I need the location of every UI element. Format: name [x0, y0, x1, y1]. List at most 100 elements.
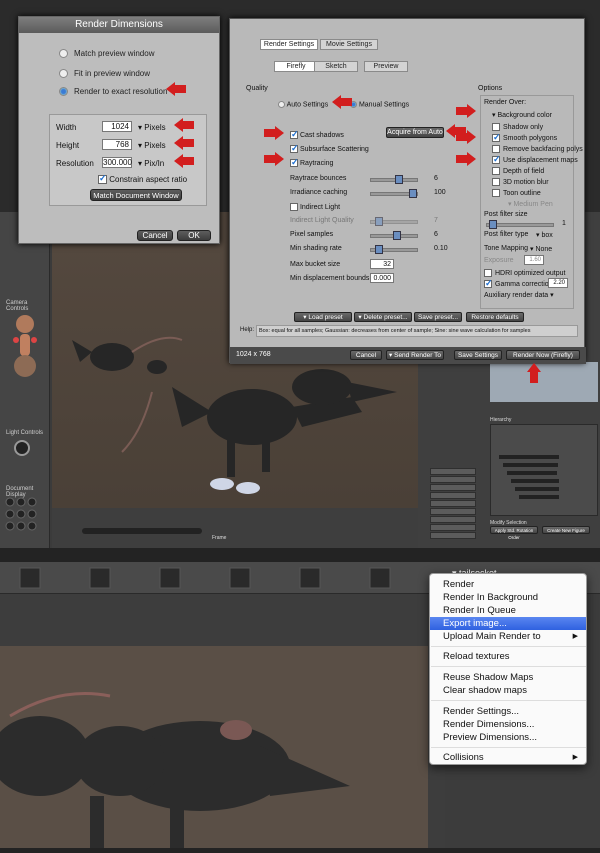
palette-button-list[interactable] [430, 468, 476, 540]
radio-selected-icon[interactable] [59, 87, 68, 97]
bottom-viewport[interactable] [0, 646, 428, 848]
tab-sketch[interactable]: Sketch [314, 61, 358, 72]
cast-shadows-checkbox[interactable]: Cast shadows [290, 129, 344, 140]
checkbox-icon[interactable] [290, 203, 298, 211]
hierarchy-tree[interactable] [490, 424, 598, 516]
checkbox-icon[interactable] [492, 189, 500, 197]
gamma-field[interactable]: 2.20 [548, 278, 568, 288]
checkbox-icon[interactable] [484, 269, 492, 277]
menu-item-preview-dimensions[interactable]: Preview Dimensions... [430, 731, 586, 744]
light-control-icon[interactable] [14, 440, 30, 456]
width-unit-select[interactable]: ▾ Pixels [138, 123, 166, 132]
post-filter-type-select[interactable]: ▾ box [536, 231, 553, 239]
checkbox-icon[interactable] [492, 123, 500, 131]
checkbox-icon[interactable] [492, 178, 500, 186]
use-displacement-checkbox[interactable]: Use displacement maps [492, 154, 578, 165]
checkbox-checked-icon[interactable] [484, 278, 493, 289]
restore-defaults-button[interactable]: Restore defaults [466, 312, 524, 322]
render-now-button[interactable]: Render Now (Firefly) [506, 350, 580, 360]
raytrace-bounces-slider[interactable] [370, 175, 418, 184]
auto-settings-radio[interactable]: Auto Settings [278, 101, 328, 108]
tab-firefly[interactable]: Firefly [274, 61, 318, 72]
slider-thumb[interactable] [489, 220, 497, 229]
tab-movie-settings[interactable]: Movie Settings [320, 39, 378, 50]
create-figure-button[interactable]: Create New Figure [542, 526, 590, 534]
menu-item-reuse-shadow[interactable]: Reuse Shadow Maps [430, 671, 586, 684]
post-filter-size-slider[interactable] [486, 220, 554, 229]
medium-pen-select[interactable]: ▾ Medium Pen [508, 200, 553, 208]
save-settings-button[interactable]: Save Settings [454, 350, 502, 360]
radio-icon[interactable] [278, 101, 285, 108]
menu-item-render-queue[interactable]: Render In Queue [430, 604, 586, 617]
cancel-button[interactable]: Cancel [137, 230, 173, 241]
apply-rotation-button[interactable]: Apply Std. Rotation Order [490, 526, 538, 540]
toon-outline-checkbox[interactable]: Toon outline [492, 189, 541, 197]
tone-mapping-select[interactable]: ▾ None [530, 245, 552, 253]
indirect-quality-slider[interactable] [370, 217, 418, 226]
menu-item-reload-textures[interactable]: Reload textures [430, 650, 586, 663]
indirect-light-checkbox[interactable]: Indirect Light [290, 203, 340, 211]
height-unit-select[interactable]: ▾ Pixels [138, 141, 166, 150]
slider-thumb[interactable] [395, 175, 403, 184]
min-disp-field[interactable]: 0.000 [370, 273, 394, 283]
cancel-button[interactable]: Cancel [350, 350, 382, 360]
menu-item-render-background[interactable]: Render In Background [430, 591, 586, 604]
manual-settings-radio[interactable]: Manual Settings [350, 101, 409, 108]
radio-icon[interactable] [59, 69, 68, 79]
option-exact-resolution[interactable]: Render to exact resolution [59, 87, 167, 97]
option-fit-preview[interactable]: Fit in preview window [59, 69, 150, 79]
camera-control-icon[interactable] [12, 310, 38, 380]
save-preset-button[interactable]: Save preset... [414, 312, 462, 322]
menu-item-clear-shadow[interactable]: Clear shadow maps [430, 684, 586, 697]
tab-preview[interactable]: Preview [364, 61, 408, 72]
width-field[interactable]: 1024 [102, 121, 132, 132]
subsurface-checkbox[interactable]: Subsurface Scattering [290, 143, 369, 154]
menu-item-export-image[interactable]: Export image... [430, 617, 586, 630]
irradiance-slider[interactable] [370, 189, 418, 198]
checkbox-icon[interactable] [492, 145, 500, 153]
menu-item-render[interactable]: Render [430, 578, 586, 591]
remove-backfacing-checkbox[interactable]: Remove backfacing polys [492, 145, 583, 153]
menu-item-collisions[interactable]: Collisions ▶ [430, 751, 586, 764]
menu-item-render-settings[interactable]: Render Settings... [430, 705, 586, 718]
slider-thumb[interactable] [375, 245, 383, 254]
timeline-scrubber[interactable] [82, 528, 202, 534]
checkbox-checked-icon[interactable] [98, 173, 107, 185]
motion-blur-checkbox[interactable]: 3D motion blur [492, 178, 549, 186]
delete-preset-button[interactable]: ▾ Delete preset... [354, 312, 412, 322]
checkbox-checked-icon[interactable] [492, 154, 501, 165]
acquire-from-auto-button[interactable]: Acquire from Auto [386, 127, 444, 138]
checkbox-checked-icon[interactable] [290, 129, 299, 140]
background-color-select[interactable]: ▾ Background color [492, 111, 552, 119]
menu-item-upload[interactable]: Upload Main Render to ▶ [430, 630, 586, 643]
min-shading-slider[interactable] [370, 245, 418, 254]
gamma-checkbox[interactable]: Gamma correction [484, 278, 553, 289]
slider-thumb[interactable] [409, 189, 417, 198]
checkbox-checked-icon[interactable] [492, 132, 501, 143]
slider-thumb[interactable] [375, 217, 383, 226]
shadow-only-checkbox[interactable]: Shadow only [492, 123, 543, 131]
timeline-bar[interactable]: Frame [52, 508, 418, 548]
load-preset-button[interactable]: ▾ Load preset [294, 312, 352, 322]
aux-render-data-select[interactable]: Auxiliary render data ▾ [484, 291, 554, 299]
resolution-unit-select[interactable]: ▾ Pix/In [138, 159, 164, 168]
ok-button[interactable]: OK [177, 230, 211, 241]
hdri-checkbox[interactable]: HDRI optimized output [484, 269, 565, 277]
height-field[interactable]: 768 [102, 139, 132, 150]
slider-thumb[interactable] [393, 231, 401, 240]
send-render-to-button[interactable]: ▾ Send Render To [386, 350, 444, 360]
menu-item-render-dimensions[interactable]: Render Dimensions... [430, 718, 586, 731]
depth-of-field-checkbox[interactable]: Depth of field [492, 167, 544, 175]
checkbox-icon[interactable] [492, 167, 500, 175]
max-bucket-field[interactable]: 32 [370, 259, 394, 269]
checkbox-checked-icon[interactable] [290, 143, 299, 154]
match-document-button[interactable]: Match Document Window [90, 189, 182, 201]
option-match-preview[interactable]: Match preview window [59, 49, 154, 59]
resolution-field[interactable]: 300.000 [102, 157, 132, 168]
pixel-samples-slider[interactable] [370, 231, 418, 240]
tab-render-settings[interactable]: Render Settings [260, 39, 318, 50]
smooth-polygons-checkbox[interactable]: Smooth polygons [492, 132, 557, 143]
radio-icon[interactable] [59, 49, 68, 59]
raytracing-checkbox[interactable]: Raytracing [290, 157, 333, 168]
constrain-checkbox-row[interactable]: Constrain aspect ratio [98, 173, 187, 185]
